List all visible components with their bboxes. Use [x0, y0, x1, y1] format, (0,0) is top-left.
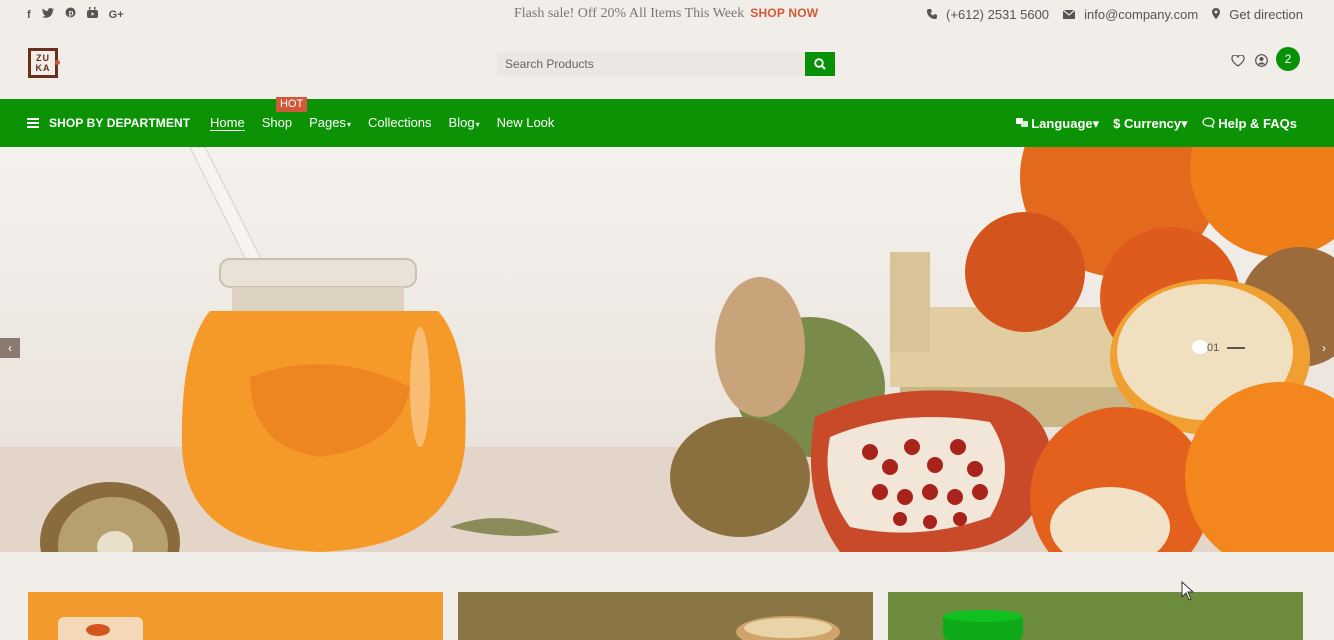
get-direction-label: Get direction: [1229, 7, 1303, 22]
site-logo[interactable]: ZU KA: [28, 48, 58, 78]
search-input[interactable]: [497, 52, 805, 76]
main-menu: Home Shop Pages▾ Collections Blog▾ New L…: [210, 115, 571, 130]
map-marker-icon: [1212, 8, 1223, 22]
phone-icon: [926, 9, 940, 22]
search-bar: [497, 52, 835, 76]
chevron-down-icon: ▾: [475, 120, 480, 129]
wishlist-button[interactable]: [1231, 54, 1245, 72]
currency-selector[interactable]: $ Currency▾: [1113, 116, 1187, 132]
get-direction-link[interactable]: Get direction: [1212, 7, 1303, 22]
chevron-left-icon: ‹: [8, 341, 12, 355]
twitter-icon[interactable]: [41, 7, 54, 22]
shop-by-department-button[interactable]: SHOP BY DEPARTMENT: [27, 116, 190, 130]
language-label: Language: [1031, 116, 1093, 131]
main-navigation: SHOP BY DEPARTMENT Home Shop Pages▾ Coll…: [0, 99, 1334, 147]
menu-label-pages: Pages: [309, 115, 346, 130]
search-icon: [814, 58, 826, 70]
hero-image: [0, 147, 1334, 552]
promo-card-1-image: [58, 617, 143, 640]
promo-card-3-image: [943, 610, 1023, 640]
hamburger-icon: [27, 118, 39, 128]
google-plus-icon[interactable]: G+: [109, 8, 124, 22]
chevron-down-icon: ▾: [1181, 116, 1188, 131]
pinterest-icon[interactable]: p: [65, 7, 76, 22]
hero-slider: ‹ › 01: [0, 147, 1334, 552]
promo-card-2[interactable]: [458, 592, 873, 640]
help-label: Help & FAQs: [1218, 116, 1297, 131]
chevron-down-icon: ▾: [1092, 116, 1100, 131]
email-contact[interactable]: info@company.com: [1062, 7, 1199, 22]
help-faqs-link[interactable]: Help & FAQs: [1202, 116, 1297, 132]
slider-prev-button[interactable]: ‹: [0, 338, 20, 358]
menu-item-new-look[interactable]: New Look: [497, 115, 555, 130]
phone-contact[interactable]: (+612) 2531 5600: [926, 7, 1050, 22]
chevron-down-icon: ▾: [346, 120, 351, 129]
cart-count-badge[interactable]: 2: [1276, 47, 1300, 71]
flash-sale-text: Flash sale! Off 20% All Items This Week: [514, 6, 745, 21]
phone-number: (+612) 2531 5600: [946, 7, 1050, 22]
menu-label-blog: Blog: [448, 115, 475, 130]
logo-line-2: KA: [35, 63, 51, 73]
contact-info: (+612) 2531 5600 info@company.com Get di…: [926, 7, 1303, 22]
chevron-right-icon: ›: [1322, 341, 1326, 355]
slide-indicator[interactable]: 01: [1207, 342, 1246, 354]
search-button[interactable]: [805, 52, 835, 76]
facebook-icon[interactable]: f: [27, 8, 31, 22]
promo-card-3[interactable]: [888, 592, 1303, 640]
department-label: SHOP BY DEPARTMENT: [49, 116, 191, 130]
menu-item-shop[interactable]: Shop: [262, 115, 292, 130]
currency-label: Currency: [1124, 116, 1182, 131]
mouse-cursor: [1181, 581, 1195, 601]
language-icon: [1015, 118, 1028, 127]
user-icon: [1255, 54, 1268, 67]
shop-now-link[interactable]: SHOP NOW: [750, 6, 818, 20]
logo-dot: [55, 60, 60, 65]
promo-card-1[interactable]: [28, 592, 443, 640]
slide-number: 01: [1207, 342, 1220, 354]
chat-bubble-icon: [1202, 117, 1215, 129]
heart-icon: [1231, 54, 1245, 67]
language-selector[interactable]: Language▾: [1015, 116, 1100, 132]
menu-item-collections[interactable]: Collections: [368, 115, 432, 130]
svg-text:p: p: [68, 9, 73, 18]
hot-badge: HOT: [276, 97, 308, 112]
nav-utilities: Language▾ $ Currency▾ Help & FAQs: [1015, 116, 1297, 132]
social-links: f p G+: [27, 7, 124, 22]
envelope-icon: [1062, 9, 1078, 22]
menu-item-home[interactable]: Home: [210, 115, 245, 130]
logo-line-1: ZU: [36, 53, 50, 63]
promo-card-2-image: [736, 616, 840, 640]
youtube-icon[interactable]: [86, 7, 98, 22]
slider-next-button[interactable]: ›: [1314, 338, 1334, 358]
flash-sale-banner: Flash sale! Off 20% All Items This Week S…: [514, 6, 818, 22]
slide-progress-line: [1227, 347, 1246, 349]
email-address: info@company.com: [1084, 7, 1199, 22]
dollar-icon: $: [1113, 116, 1121, 131]
menu-item-pages[interactable]: Pages▾: [309, 115, 351, 130]
account-button[interactable]: [1255, 54, 1268, 72]
menu-item-blog[interactable]: Blog▾: [449, 115, 480, 130]
top-bar: f p G+ Flash sale! Off 20% All Items Thi…: [0, 0, 1334, 28]
header-actions: [1231, 54, 1268, 72]
